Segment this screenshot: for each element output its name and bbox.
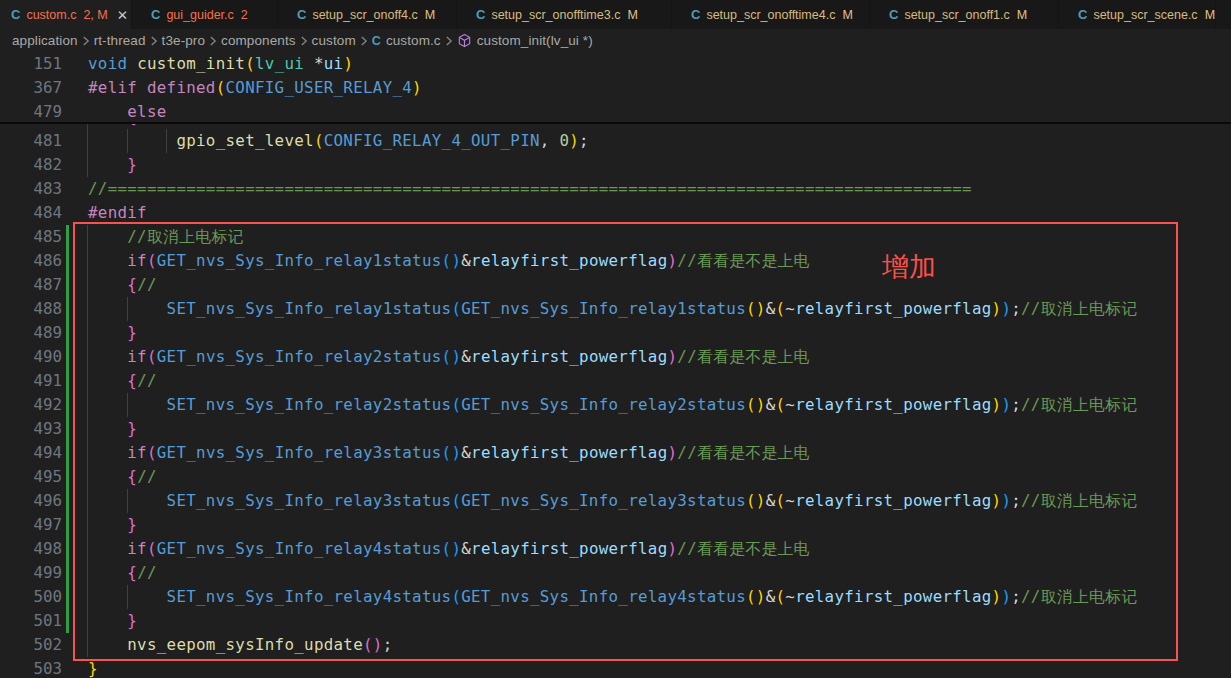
code-line-151[interactable]: 151void custom_init(lv_ui *ui) bbox=[0, 52, 1231, 76]
git-added-gutter bbox=[66, 297, 69, 321]
code-line-500[interactable]: 500 SET_nvs_Sys_Info_relay4status(GET_nv… bbox=[0, 585, 1231, 609]
git-added-gutter bbox=[66, 273, 69, 297]
code-line-482[interactable]: 482 } bbox=[0, 153, 1231, 177]
tab-setup_scr_onofftime4-c[interactable]: Csetup_scr_onofftime4.cM bbox=[672, 0, 870, 29]
git-added-gutter bbox=[66, 537, 69, 561]
code-line-479[interactable]: 479 else bbox=[0, 100, 1231, 124]
c-file-icon: C bbox=[889, 7, 898, 22]
git-added-gutter bbox=[66, 441, 69, 465]
breadcrumb-chevron-icon bbox=[79, 34, 93, 48]
git-added-gutter bbox=[66, 585, 69, 609]
git-added-gutter bbox=[66, 321, 69, 345]
c-file-icon: C bbox=[151, 7, 160, 22]
git-added-gutter bbox=[66, 225, 69, 249]
breadcrumb-item[interactable]: rt-thread bbox=[94, 33, 146, 48]
breadcrumb-chevron-icon bbox=[297, 34, 311, 48]
breadcrumb-file[interactable]: custom.c bbox=[386, 33, 441, 48]
c-file-icon: C bbox=[11, 7, 20, 22]
code-line-497[interactable]: 497 } bbox=[0, 513, 1231, 537]
code-line-486[interactable]: 486 if(GET_nvs_Sys_Info_relay1status()&r… bbox=[0, 249, 1231, 273]
git-added-gutter bbox=[66, 465, 69, 489]
code-line-498[interactable]: 498 if(GET_nvs_Sys_Info_relay4status()&r… bbox=[0, 537, 1231, 561]
breadcrumb-chevron-icon bbox=[442, 34, 456, 48]
code-line-484[interactable]: 484#endif bbox=[0, 201, 1231, 225]
c-file-icon: C bbox=[372, 34, 381, 48]
annotation-label: 增加 bbox=[882, 251, 936, 283]
git-added-gutter bbox=[66, 249, 69, 273]
c-file-icon: C bbox=[691, 7, 700, 22]
code-line-503[interactable]: 503} bbox=[0, 657, 1231, 678]
code-line-490[interactable]: 490 if(GET_nvs_Sys_Info_relay2status()&r… bbox=[0, 345, 1231, 369]
code-line-488[interactable]: 488 SET_nvs_Sys_Info_relay1status(GET_nv… bbox=[0, 297, 1231, 321]
code-line-496[interactable]: 496 SET_nvs_Sys_Info_relay3status(GET_nv… bbox=[0, 489, 1231, 513]
tab-bar: Ccustom.c2, M✕Cgui_guider.c2Csetup_scr_o… bbox=[0, 0, 1231, 29]
git-added-gutter bbox=[66, 513, 69, 537]
c-file-icon: C bbox=[476, 7, 485, 22]
code-line-502[interactable]: 502 nvs_eepom_sysInfo_update(); bbox=[0, 633, 1231, 657]
code-line-493[interactable]: 493 } bbox=[0, 417, 1231, 441]
breadcrumb: application rt-thread t3e-pro components cus… bbox=[0, 29, 1231, 52]
git-added-gutter bbox=[66, 489, 69, 513]
code-line-487[interactable]: 487 {// bbox=[0, 273, 1231, 297]
code-line-495[interactable]: 495 {// bbox=[0, 465, 1231, 489]
breadcrumb-chevron-icon bbox=[206, 34, 220, 48]
breadcrumb-chevron-icon bbox=[147, 34, 161, 48]
breadcrumb-chevron-icon bbox=[357, 34, 371, 48]
code-line-485[interactable]: 485 //取消上电标记 bbox=[0, 225, 1231, 249]
git-added-gutter bbox=[66, 393, 69, 417]
git-added-gutter bbox=[66, 609, 69, 633]
tab-setup_scr_onoff4-c[interactable]: Csetup_scr_onoff4.cM bbox=[278, 0, 457, 29]
tab-custom-c[interactable]: Ccustom.c2, M✕ bbox=[0, 0, 132, 29]
code-line-499[interactable]: 499 {// bbox=[0, 561, 1231, 585]
tab-setup_scr_onoff1-c[interactable]: Csetup_scr_onoff1.cM bbox=[870, 0, 1059, 29]
git-added-gutter bbox=[66, 561, 69, 585]
breadcrumb-item[interactable]: application bbox=[12, 33, 78, 48]
breadcrumb-item[interactable]: custom bbox=[312, 33, 356, 48]
tab-gui_guider-c[interactable]: Cgui_guider.c2 bbox=[132, 0, 278, 29]
code-line-494[interactable]: 494 if(GET_nvs_Sys_Info_relay3status()&r… bbox=[0, 441, 1231, 465]
c-file-icon: C bbox=[1078, 7, 1087, 22]
code-line-492[interactable]: 492 SET_nvs_Sys_Info_relay2status(GET_nv… bbox=[0, 393, 1231, 417]
tab-setup_scr_onofftime3-c[interactable]: Csetup_scr_onofftime3.cM bbox=[457, 0, 672, 29]
c-file-icon: C bbox=[297, 7, 306, 22]
code-line-481[interactable]: 481 gpio_set_level(CONFIG_RELAY_4_OUT_PI… bbox=[0, 129, 1231, 153]
code-line-489[interactable]: 489 } bbox=[0, 321, 1231, 345]
git-added-gutter bbox=[66, 345, 69, 369]
code-line-367[interactable]: 367#elif defined(CONFIG_USER_RELAY_4) bbox=[0, 76, 1231, 100]
symbol-method-icon bbox=[457, 33, 472, 48]
git-added-gutter bbox=[66, 417, 69, 441]
code-line-491[interactable]: 491 {// bbox=[0, 369, 1231, 393]
tab-setup_scr_scene-c[interactable]: Csetup_scr_scene.cM bbox=[1059, 0, 1216, 29]
breadcrumb-symbol[interactable]: custom_init(lv_ui *) bbox=[477, 33, 593, 48]
code-line-483[interactable]: 483//===================================… bbox=[0, 177, 1231, 201]
breadcrumb-item[interactable]: components bbox=[221, 33, 296, 48]
git-added-gutter bbox=[66, 369, 69, 393]
close-icon[interactable]: ✕ bbox=[117, 7, 128, 23]
sticky-scroll: 151void custom_init(lv_ui *ui)367#elif d… bbox=[0, 52, 1231, 124]
code-line-501[interactable]: 501 } bbox=[0, 609, 1231, 633]
breadcrumb-item[interactable]: t3e-pro bbox=[162, 33, 205, 48]
